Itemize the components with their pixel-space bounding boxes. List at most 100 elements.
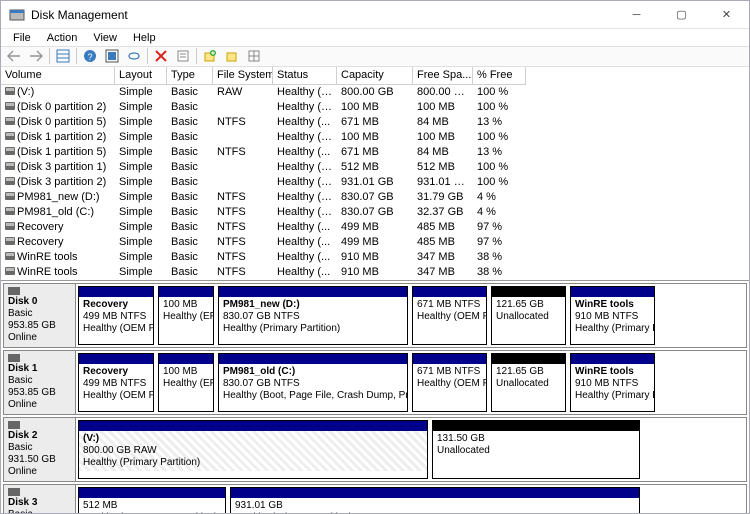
disk-layout: Recovery499 MB NTFSHealthy (OEM Partit10…: [76, 351, 746, 414]
volume-row[interactable]: WinRE toolsSimpleBasicNTFSHealthy (...91…: [1, 250, 749, 265]
toolbar: ?: [1, 46, 749, 67]
partition[interactable]: 671 MB NTFSHealthy (OEM Partiti: [412, 353, 487, 412]
col-capacity[interactable]: Capacity: [337, 67, 413, 85]
volume-type: Basic: [167, 161, 213, 173]
volume-name: Recovery: [17, 221, 63, 233]
partition[interactable]: (V:)800.00 GB RAWHealthy (Primary Partit…: [78, 420, 428, 479]
partition[interactable]: 100 MBHealthy (EFI S: [158, 353, 214, 412]
close-button[interactable]: ✕: [704, 1, 749, 29]
partition-stripe: [79, 354, 153, 364]
unallocated-space[interactable]: 121.65 GBUnallocated: [491, 286, 566, 345]
volume-pctfree: 100 %: [473, 161, 526, 173]
partition[interactable]: 100 MBHealthy (EFI S: [158, 286, 214, 345]
volume-row[interactable]: (Disk 3 partition 2)SimpleBasicHealthy (…: [1, 175, 749, 190]
volume-capacity: 499 MB: [337, 236, 413, 248]
partition[interactable]: 671 MB NTFSHealthy (OEM Partiti: [412, 286, 487, 345]
partition-name: WinRE tools: [575, 366, 650, 378]
volume-type: Basic: [167, 266, 213, 278]
menu-file[interactable]: File: [5, 30, 39, 46]
volume-icon: [5, 177, 15, 185]
menu-view[interactable]: View: [85, 30, 125, 46]
partition-size: 671 MB NTFS: [417, 366, 482, 378]
volume-pctfree: 38 %: [473, 251, 526, 263]
properties-icon[interactable]: [174, 47, 192, 65]
volume-row[interactable]: (Disk 0 partition 2)SimpleBasicHealthy (…: [1, 100, 749, 115]
eject-icon[interactable]: [223, 47, 241, 65]
col-volume[interactable]: Volume: [1, 67, 115, 85]
disk-status: Online: [8, 332, 71, 344]
volume-row[interactable]: (Disk 1 partition 5)SimpleBasicNTFSHealt…: [1, 145, 749, 160]
grid-icon[interactable]: [245, 47, 263, 65]
menu-action[interactable]: Action: [39, 30, 86, 46]
disk-layout: 512 MBHealthy (EFI System Partition)931.…: [76, 485, 746, 513]
partition-name: PM981_new (D:): [223, 299, 403, 311]
refresh-icon[interactable]: [103, 47, 121, 65]
partition[interactable]: Recovery499 MB NTFSHealthy (OEM Partit: [78, 286, 154, 345]
help-icon[interactable]: ?: [81, 47, 99, 65]
col-freespace[interactable]: Free Spa...: [413, 67, 473, 85]
volume-row[interactable]: RecoverySimpleBasicNTFSHealthy (...499 M…: [1, 220, 749, 235]
partition[interactable]: WinRE tools910 MB NTFSHealthy (Primary P…: [570, 353, 655, 412]
partition-stripe: [159, 287, 213, 297]
disk-header[interactable]: Disk 0Basic953.85 GBOnline: [4, 284, 76, 347]
partition[interactable]: 931.01 GBHealthy (Primary Partition): [230, 487, 640, 513]
volume-row[interactable]: (Disk 0 partition 5)SimpleBasicNTFSHealt…: [1, 115, 749, 130]
minimize-button[interactable]: ─: [614, 1, 659, 29]
volume-layout: Simple: [115, 101, 167, 113]
disk-header[interactable]: Disk 3Basic931.51 GBOnline: [4, 485, 76, 513]
partition-status: Healthy (EFI S: [163, 378, 209, 390]
partition[interactable]: WinRE tools910 MB NTFSHealthy (Primary P…: [570, 286, 655, 345]
partition-stripe: [159, 354, 213, 364]
col-status[interactable]: Status: [273, 67, 337, 85]
partition-stripe: [571, 287, 654, 297]
forward-icon[interactable]: [27, 47, 45, 65]
volume-layout: Simple: [115, 221, 167, 233]
menu-help[interactable]: Help: [125, 30, 164, 46]
col-type[interactable]: Type: [167, 67, 213, 85]
back-icon[interactable]: [5, 47, 23, 65]
disk-size: 953.85 GB: [8, 387, 71, 399]
volume-fs: NTFS: [213, 236, 273, 248]
new-partition-icon[interactable]: [201, 47, 219, 65]
maximize-button[interactable]: ▢: [659, 1, 704, 29]
partition-status: Healthy (OEM Partiti: [417, 378, 482, 390]
partition-body: 121.65 GBUnallocated: [492, 297, 565, 325]
volume-capacity: 671 MB: [337, 116, 413, 128]
details-icon[interactable]: [54, 47, 72, 65]
volume-row[interactable]: (V:)SimpleBasicRAWHealthy (P...800.00 GB…: [1, 85, 749, 100]
partition-stripe: [413, 287, 486, 297]
volume-freespace: 100 MB: [413, 131, 473, 143]
partition[interactable]: Recovery499 MB NTFSHealthy (OEM Partit: [78, 353, 154, 412]
partition[interactable]: PM981_new (D:)830.07 GB NTFSHealthy (Pri…: [218, 286, 408, 345]
volume-row[interactable]: WinRE toolsSimpleBasicNTFSHealthy (...91…: [1, 265, 749, 280]
partition-body: PM981_new (D:)830.07 GB NTFSHealthy (Pri…: [219, 297, 407, 337]
volume-row[interactable]: (Disk 1 partition 2)SimpleBasicHealthy (…: [1, 130, 749, 145]
partition-status: Healthy (Primary Partition): [223, 323, 403, 335]
partition[interactable]: PM981_old (C:)830.07 GB NTFSHealthy (Boo…: [218, 353, 408, 412]
volume-row[interactable]: PM981_old (C:)SimpleBasicNTFSHealthy (B.…: [1, 205, 749, 220]
disk-row: Disk 0Basic953.85 GBOnlineRecovery499 MB…: [3, 283, 747, 348]
partition[interactable]: 512 MBHealthy (EFI System Partition): [78, 487, 226, 513]
unallocated-space[interactable]: 131.50 GBUnallocated: [432, 420, 640, 479]
disk-header[interactable]: Disk 1Basic953.85 GBOnline: [4, 351, 76, 414]
col-pctfree[interactable]: % Free: [473, 67, 526, 85]
scan-icon[interactable]: [125, 47, 143, 65]
volume-capacity: 910 MB: [337, 251, 413, 263]
partition-stripe: [231, 488, 639, 498]
col-filesystem[interactable]: File System: [213, 67, 273, 85]
col-layout[interactable]: Layout: [115, 67, 167, 85]
partition-stripe: [79, 421, 427, 431]
volume-row[interactable]: PM981_new (D:)SimpleBasicNTFSHealthy (P.…: [1, 190, 749, 205]
disk-header[interactable]: Disk 2Basic931.50 GBOnline: [4, 418, 76, 481]
partition-size: 830.07 GB NTFS: [223, 311, 403, 323]
volume-row[interactable]: (Disk 3 partition 1)SimpleBasicHealthy (…: [1, 160, 749, 175]
disk-icon: [8, 488, 20, 496]
partition-body: Recovery499 MB NTFSHealthy (OEM Partit: [79, 297, 153, 337]
volume-pctfree: 4 %: [473, 206, 526, 218]
unallocated-space[interactable]: 121.65 GBUnallocated: [491, 353, 566, 412]
partition-body: 131.50 GBUnallocated: [433, 431, 639, 459]
disk-type: Basic: [8, 509, 71, 513]
delete-icon[interactable]: [152, 47, 170, 65]
volume-capacity: 100 MB: [337, 101, 413, 113]
volume-row[interactable]: RecoverySimpleBasicNTFSHealthy (...499 M…: [1, 235, 749, 250]
